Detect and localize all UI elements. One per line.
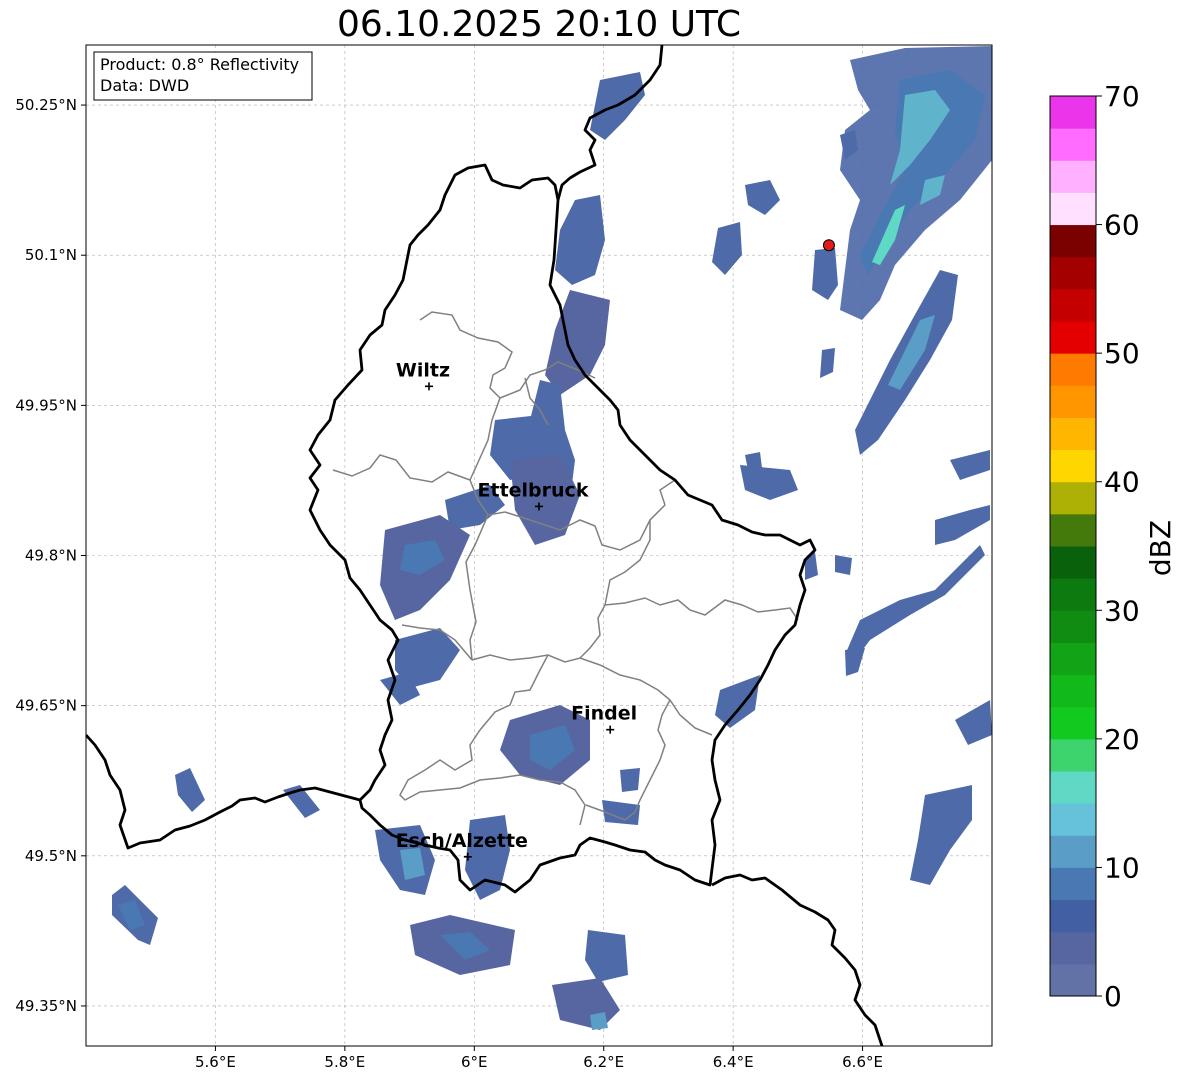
colorbar-bin — [1050, 546, 1096, 579]
colorbar-bin — [1050, 160, 1096, 193]
colorbar-bin — [1050, 706, 1096, 740]
colorbar-bin — [1050, 256, 1096, 290]
colorbar-tick-label: 10 — [1104, 851, 1140, 884]
colorbar-tick-label: 60 — [1104, 209, 1140, 242]
colorbar-ticks: 0 10 20 30 40 50 60 70 — [1096, 80, 1140, 1013]
colorbar-bin — [1050, 963, 1096, 997]
colorbar-bins — [1050, 96, 1096, 997]
colorbar-bin — [1050, 835, 1096, 868]
colorbar-bin — [1050, 353, 1096, 386]
colorbar-bin — [1050, 899, 1096, 933]
colorbar-bin — [1050, 610, 1096, 643]
colorbar-bin — [1050, 513, 1096, 547]
colorbar-bin — [1050, 224, 1096, 258]
colorbar-bin — [1050, 642, 1096, 676]
colorbar-bin — [1050, 867, 1096, 901]
colorbar-bin — [1050, 128, 1096, 161]
colorbar-tick-label: 50 — [1104, 337, 1140, 370]
colorbar-tick-label: 30 — [1104, 594, 1140, 627]
colorbar-bin — [1050, 931, 1096, 965]
colorbar-tick-label: 0 — [1104, 980, 1122, 1013]
colorbar-bin — [1050, 192, 1096, 226]
colorbar-bin — [1050, 771, 1096, 804]
colorbar-label: dBZ — [1144, 520, 1177, 576]
colorbar-bin — [1050, 288, 1096, 322]
colorbar-bin — [1050, 578, 1096, 611]
colorbar-bin — [1050, 96, 1096, 129]
colorbar-bin — [1050, 449, 1096, 483]
colorbar-bin — [1050, 385, 1096, 418]
colorbar-tick-label: 70 — [1104, 80, 1140, 113]
colorbar-bin — [1050, 738, 1096, 772]
colorbar-tick-label: 40 — [1104, 466, 1140, 499]
colorbar-bin — [1050, 803, 1096, 836]
colorbar-bin — [1050, 674, 1096, 708]
colorbar-bin — [1050, 321, 1096, 354]
colorbar: 0 10 20 30 40 50 60 70 dBZ — [1049, 80, 1177, 1013]
colorbar-bin — [1050, 481, 1096, 515]
colorbar-tick-label: 20 — [1104, 723, 1140, 756]
colorbar-bin — [1050, 417, 1096, 451]
